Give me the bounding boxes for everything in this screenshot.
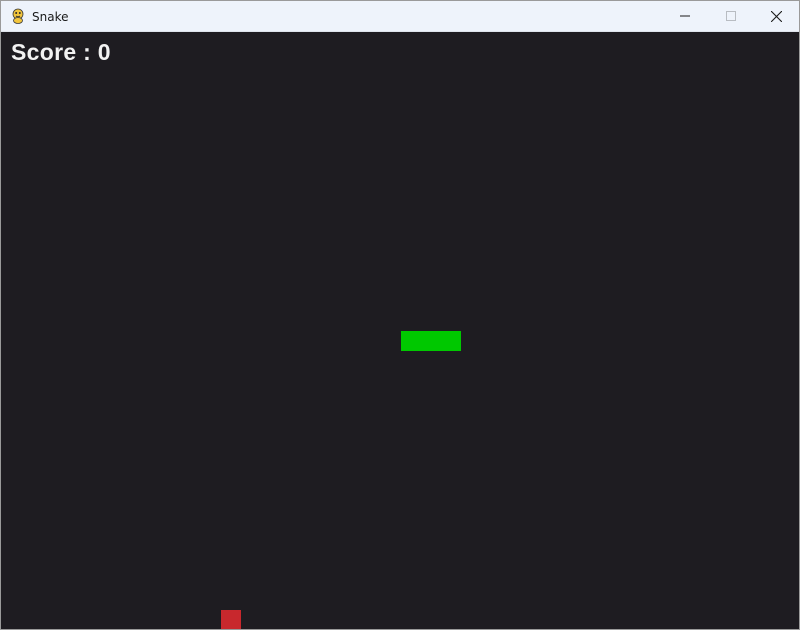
minimize-icon	[680, 15, 690, 17]
food-pellet	[221, 610, 241, 629]
close-button[interactable]	[753, 1, 799, 31]
close-icon	[770, 10, 782, 22]
pygame-snake-icon	[12, 8, 24, 24]
maximize-icon	[726, 11, 736, 21]
maximize-button[interactable]	[708, 1, 754, 31]
minimize-button[interactable]	[662, 1, 708, 31]
title-bar[interactable]: Snake	[1, 1, 799, 32]
game-window: Snake Score : 0	[0, 0, 800, 630]
score-display: Score : 0	[11, 39, 111, 65]
window-title: Snake	[32, 10, 69, 24]
snake-body	[401, 331, 461, 351]
game-canvas[interactable]: Score : 0	[1, 32, 799, 629]
